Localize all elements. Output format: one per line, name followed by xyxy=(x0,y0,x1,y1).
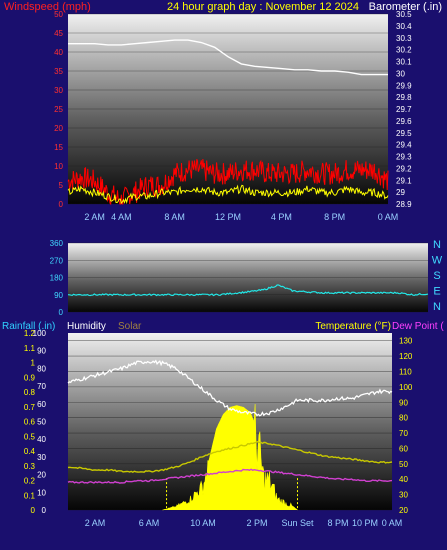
time-axis-label: 4 AM xyxy=(111,212,132,222)
windspeed-tick-label: 10 xyxy=(54,162,63,171)
barometer-tick-label: 29.8 xyxy=(396,93,412,102)
rainfall-tick-label: 1.1 xyxy=(24,344,36,353)
time-axis-label: 4 PM xyxy=(271,212,292,222)
humidity-tick-label: 100 xyxy=(33,329,47,338)
temperature-tick-label: 40 xyxy=(399,475,408,484)
windspeed-tick-label: 25 xyxy=(54,105,63,114)
humidity-tick-label: 30 xyxy=(37,453,46,462)
time-axis-label: Sun Set xyxy=(281,518,314,528)
windspeed-tick-label: 15 xyxy=(54,143,63,152)
time-axis-label: 8 PM xyxy=(324,212,345,222)
compass-label: N xyxy=(433,301,441,313)
humidity-tick-label: 10 xyxy=(37,488,46,497)
temperature-tick-label: 60 xyxy=(399,444,408,453)
rainfall-tick-label: 0 xyxy=(31,506,36,515)
barometer-tick-label: 30 xyxy=(396,69,405,78)
windspeed-tick-label: 35 xyxy=(54,67,63,76)
windspeed-tick-label: 30 xyxy=(54,86,63,95)
barometer-tick-label: 29.7 xyxy=(396,105,412,114)
compass-label: N xyxy=(433,239,441,251)
solar-axis-title: Solar xyxy=(118,321,142,332)
time-axis-label: 2 AM xyxy=(85,518,106,528)
time-axis-label: 10 AM xyxy=(190,518,216,528)
humidity-tick-label: 80 xyxy=(37,364,46,373)
weather-graph-page: Windspeed (mph) 24 hour graph day : Novem… xyxy=(0,0,447,550)
humidity-tick-label: 70 xyxy=(37,382,46,391)
barometer-tick-label: 30.1 xyxy=(396,58,412,67)
barometer-tick-label: 30.3 xyxy=(396,34,412,43)
barometer-tick-label: 30.2 xyxy=(396,46,412,55)
time-axis-label: 2 AM xyxy=(84,212,105,222)
humidity-tick-label: 40 xyxy=(37,435,46,444)
time-axis-label: 0 AM xyxy=(382,518,403,528)
barometer-tick-label: 30.4 xyxy=(396,22,412,31)
temperature-axis-title: Temperature (°F) xyxy=(315,321,391,332)
time-axis-label: 2 PM xyxy=(246,518,267,528)
temperature-tick-label: 100 xyxy=(399,383,413,392)
rainfall-tick-label: 0.8 xyxy=(24,388,36,397)
temperature-tick-label: 30 xyxy=(399,491,408,500)
temperature-tick-label: 70 xyxy=(399,429,408,438)
humidity-tick-label: 90 xyxy=(37,347,46,356)
time-axis-label: 6 AM xyxy=(139,518,160,528)
rainfall-tick-label: 0.7 xyxy=(24,403,36,412)
time-axis-label: 12 PM xyxy=(215,212,241,222)
rainfall-tick-label: 0.5 xyxy=(24,432,36,441)
temperature-tick-label: 90 xyxy=(399,398,408,407)
rainfall-tick-label: 0.3 xyxy=(24,462,36,471)
humidity-tick-label: 0 xyxy=(42,506,47,515)
humidity-tick-label: 60 xyxy=(37,400,46,409)
barometer-tick-label: 29.1 xyxy=(396,176,412,185)
barometer-tick-label: 29.3 xyxy=(396,153,412,162)
barometer-tick-label: 29 xyxy=(396,188,405,197)
temperature-tick-label: 110 xyxy=(399,367,412,376)
direction-tick-label: 0 xyxy=(59,308,64,317)
time-axis-label: 8 AM xyxy=(164,212,185,222)
windspeed-tick-label: 50 xyxy=(54,10,63,19)
direction-tick-label: 270 xyxy=(50,256,64,265)
direction-tick-label: 90 xyxy=(54,291,63,300)
time-axis-label: 0 AM xyxy=(378,212,399,222)
temperature-tick-label: 130 xyxy=(399,337,413,346)
barometer-tick-label: 28.9 xyxy=(396,200,412,209)
temperature-tick-label: 80 xyxy=(399,414,408,423)
graph-title: 24 hour graph day : November 12 2024 xyxy=(167,1,359,13)
windspeed-tick-label: 0 xyxy=(59,200,64,209)
barometer-tick-label: 29.9 xyxy=(396,81,412,90)
barometer-tick-label: 29.5 xyxy=(396,129,412,138)
barometer-tick-label: 29.2 xyxy=(396,164,412,173)
time-axis-label: 8 PM xyxy=(327,518,348,528)
windspeed-tick-label: 45 xyxy=(54,29,63,38)
compass-label: W xyxy=(432,255,443,267)
direction-tick-label: 360 xyxy=(50,239,64,248)
temperature-tick-label: 50 xyxy=(399,460,408,469)
dewpoint-axis-title: Dew Point ( xyxy=(392,321,444,332)
humidity-tick-label: 50 xyxy=(37,418,46,427)
rainfall-tick-label: 0.1 xyxy=(24,491,36,500)
rainfall-tick-label: 1 xyxy=(31,359,36,368)
humidity-axis-title: Humidity xyxy=(67,321,106,332)
time-axis-label: 10 PM xyxy=(352,518,378,528)
barometer-tick-label: 29.6 xyxy=(396,117,412,126)
temperature-tick-label: 120 xyxy=(399,352,413,361)
rainfall-tick-label: 0.2 xyxy=(24,477,36,486)
windspeed-tick-label: 5 xyxy=(59,181,64,190)
compass-label: S xyxy=(433,270,440,282)
windspeed-tick-label: 20 xyxy=(54,124,63,133)
windspeed-tick-label: 40 xyxy=(54,48,63,57)
barometer-tick-label: 29.4 xyxy=(396,141,412,150)
windspeed-axis-title: Windspeed (mph) xyxy=(4,1,91,13)
rainfall-tick-label: 0.6 xyxy=(24,418,36,427)
weather-chart-svg: Windspeed (mph) 24 hour graph day : Novem… xyxy=(2,1,444,528)
direction-tick-label: 180 xyxy=(50,274,64,283)
rainfall-tick-label: 0.9 xyxy=(24,373,36,382)
barometer-tick-label: 30.5 xyxy=(396,10,412,19)
compass-label: E xyxy=(433,286,440,298)
humidity-tick-label: 20 xyxy=(37,471,46,480)
rainfall-tick-label: 0.4 xyxy=(24,447,36,456)
temperature-tick-label: 20 xyxy=(399,506,408,515)
